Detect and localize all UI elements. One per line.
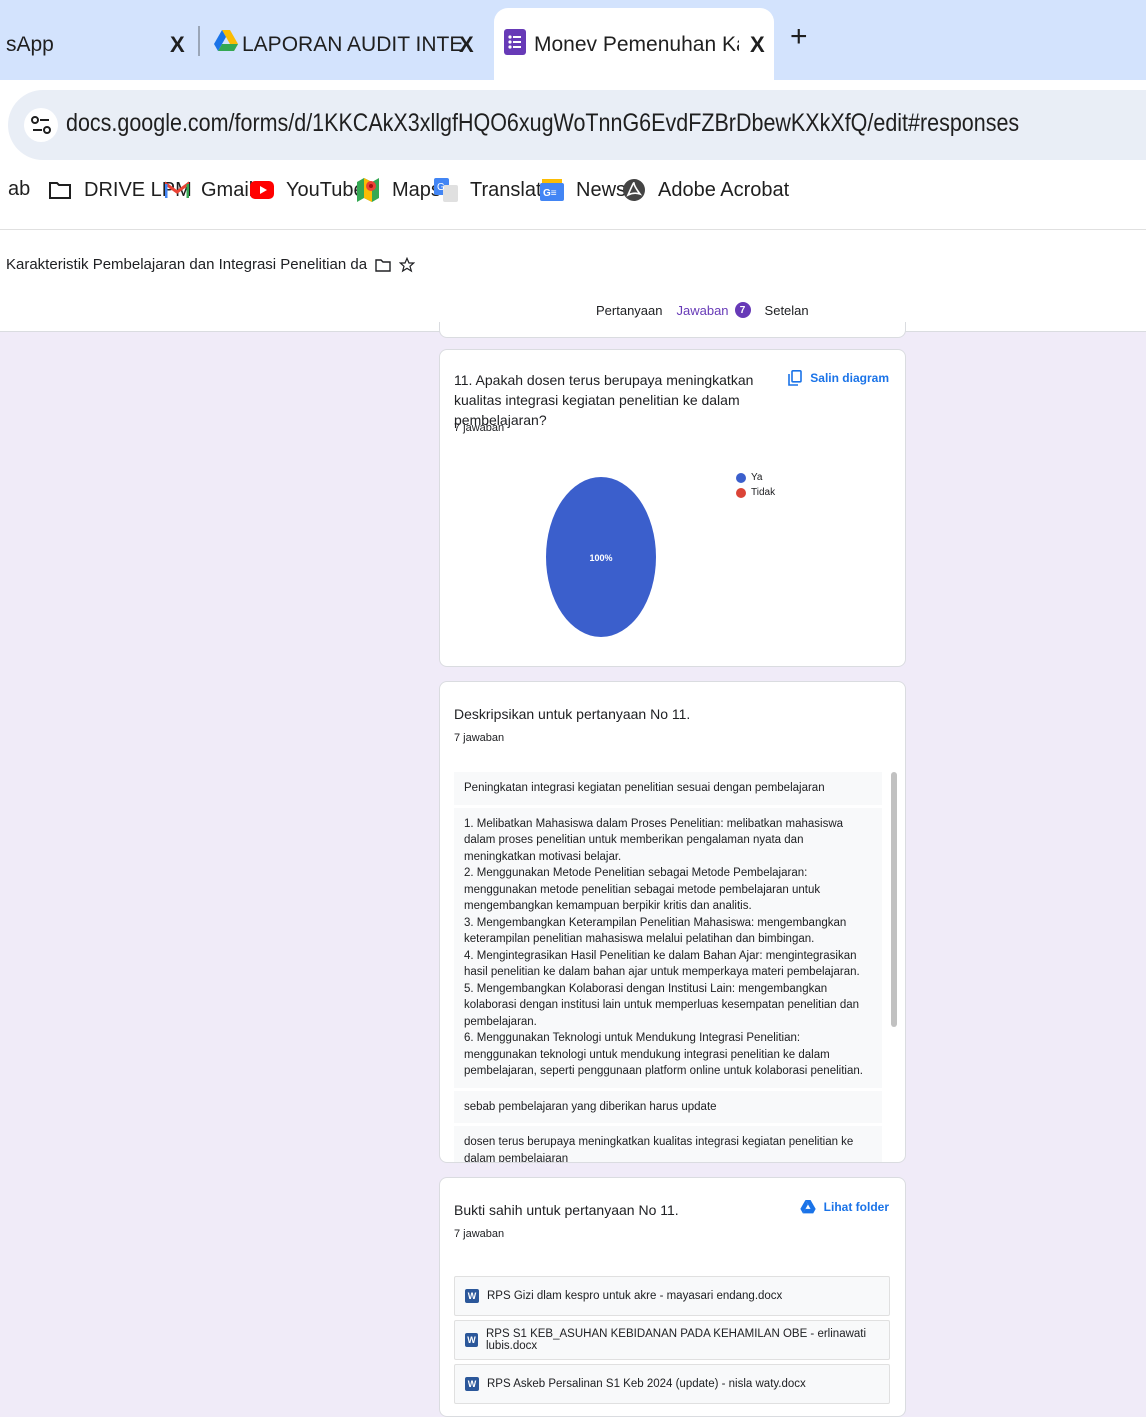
file-name: RPS S1 KEB_ASUHAN KEBIDANAN PADA KEHAMIL…	[485, 1328, 867, 1352]
pie-slice-label: 100%	[589, 553, 612, 563]
youtube-icon	[250, 178, 274, 202]
gmail-icon	[165, 178, 189, 202]
file-name: RPS Askeb Persalinan S1 Keb 2024 (update…	[487, 1378, 806, 1390]
browser-tab-0[interactable]: sApp X	[0, 8, 200, 80]
tab-close-icon[interactable]: X	[459, 32, 474, 58]
new-tab-button[interactable]: +	[790, 20, 808, 54]
bookmark-label: News	[576, 178, 627, 201]
word-doc-icon: W	[465, 1333, 478, 1347]
word-doc-icon: W	[465, 1289, 479, 1303]
folder-icon[interactable]	[375, 258, 391, 272]
tab-close-icon[interactable]: X	[170, 32, 185, 58]
question-summary-card: Bukti sahih untuk pertanyaan No 11. 7 ja…	[439, 1177, 906, 1417]
forms-header: Karakteristik Pembelajaran dan Integrasi…	[0, 230, 1146, 332]
response-count: 7 jawaban	[454, 1228, 505, 1240]
view-folder-button[interactable]: Lihat folder	[800, 1200, 889, 1214]
form-title-row: Karakteristik Pembelajaran dan Integrasi…	[6, 256, 416, 273]
url-text[interactable]: docs.google.com/forms/d/1KKCAkX3xllgfHQO…	[66, 109, 1019, 138]
bookmark-youtube[interactable]: YouTube	[250, 178, 365, 202]
response-count: 7 jawaban	[454, 422, 505, 434]
word-doc-icon: W	[465, 1377, 479, 1391]
question-summary-card: Deskripsikan untuk pertanyaan No 11. 7 j…	[439, 681, 906, 1163]
legend-label: Ya	[751, 472, 763, 483]
question-summary-card: 11. Apakah dosen terus berupaya meningka…	[439, 349, 906, 667]
browser-tab-strip: sApp X LAPORAN AUDIT INTERNAL RE X Monev…	[0, 0, 1146, 80]
tab-responses[interactable]: Jawaban 7	[676, 302, 753, 330]
file-item[interactable]: W RPS S1 KEB_ASUHAN KEBIDANAN PADA KEHAM…	[454, 1320, 890, 1360]
file-name: RPS Gizi dlam kespro untuk akre - mayasa…	[487, 1290, 783, 1302]
tab-title: Monev Pemenuhan Karakteristi	[534, 33, 739, 56]
response-item: dosen terus berupaya meningkatkan kualit…	[454, 1126, 882, 1162]
site-settings-icon[interactable]	[24, 108, 58, 142]
view-folder-label: Lihat folder	[823, 1200, 889, 1214]
copy-icon	[788, 370, 803, 386]
bookmark-gmail[interactable]: Gmail	[165, 178, 253, 202]
acrobat-icon	[622, 178, 646, 202]
tab-separator	[198, 26, 200, 56]
bookmark-label: Gmail	[201, 178, 254, 201]
form-tabs: Pertanyaan Jawaban 7 Setelan	[596, 302, 823, 330]
question-title: Bukti sahih untuk pertanyaan No 11.	[454, 1202, 679, 1218]
response-item: 1. Melibatkan Mahasiswa dalam Proses Pen…	[454, 807, 882, 1088]
tab-title: sApp	[6, 33, 54, 56]
copy-chart-button[interactable]: Salin diagram	[788, 370, 889, 386]
bookmark-label: ab	[8, 178, 31, 200]
file-item[interactable]: W RPS Gizi dlam kespro untuk akre - maya…	[454, 1276, 890, 1316]
tab-settings[interactable]: Setelan	[765, 303, 809, 318]
legend-item-ya[interactable]: Ya	[736, 470, 775, 485]
svg-text:G: G	[437, 182, 445, 193]
drive-icon	[800, 1200, 816, 1214]
bookmark-label: YouTube	[286, 178, 365, 201]
folder-icon	[48, 178, 72, 202]
response-list-scrollbar[interactable]	[891, 772, 897, 1027]
legend-dot	[736, 472, 746, 483]
response-count: 7 jawaban	[454, 732, 505, 744]
bookmark-adobe-acrobat[interactable]: Adobe Acrobat	[622, 178, 789, 202]
chart-legend: Ya Tidak	[736, 470, 775, 500]
translate-icon: G	[434, 178, 458, 202]
browser-toolbar: docs.google.com/forms/d/1KKCAkX3xllgfHQO…	[0, 80, 1146, 230]
previous-card-edge	[439, 322, 906, 338]
question-title: Deskripsikan untuk pertanyaan No 11.	[454, 706, 691, 722]
pie-chart: 100%	[546, 477, 656, 637]
bookmark-news[interactable]: G≡ News	[540, 178, 626, 202]
browser-tab-1[interactable]: LAPORAN AUDIT INTERNAL RE X	[204, 8, 489, 80]
legend-item-tidak[interactable]: Tidak	[736, 485, 775, 500]
response-item: sebab pembelajaran yang diberikan harus …	[454, 1090, 882, 1123]
drive-icon	[214, 30, 238, 58]
file-item[interactable]: W RPS Askeb Persalinan S1 Keb 2024 (upda…	[454, 1364, 890, 1404]
response-list: Peningkatan integrasi kegiatan penelitia…	[454, 772, 896, 1162]
bookmark-ab[interactable]: ab	[8, 178, 30, 201]
response-item: Peningkatan integrasi kegiatan penelitia…	[454, 772, 882, 805]
bookmark-label: Adobe Acrobat	[658, 178, 790, 201]
tab-questions[interactable]: Pertanyaan	[596, 303, 663, 318]
news-icon: G≡	[540, 178, 564, 202]
address-bar[interactable]: docs.google.com/forms/d/1KKCAkX3xllgfHQO…	[8, 90, 1146, 160]
legend-dot	[736, 487, 746, 498]
bookmark-translate[interactable]: G Translate	[434, 178, 553, 202]
browser-tab-2-active[interactable]: Monev Pemenuhan Karakteristi X	[494, 8, 774, 80]
tab-responses-label: Jawaban	[676, 302, 729, 318]
svg-text:G≡: G≡	[543, 188, 557, 199]
google-forms-icon	[504, 29, 526, 61]
form-title[interactable]: Karakteristik Pembelajaran dan Integrasi…	[6, 256, 367, 273]
legend-label: Tidak	[751, 487, 776, 498]
copy-chart-label: Salin diagram	[810, 371, 889, 385]
bookmarks-bar: ab DRIVE LPM Gmail YouTube Maps G Transl…	[0, 166, 1146, 218]
responses-count-badge: 7	[734, 302, 751, 318]
maps-icon	[356, 178, 380, 202]
star-icon[interactable]	[399, 256, 416, 273]
question-title: 11. Apakah dosen terus berupaya meningka…	[454, 372, 754, 428]
file-list: W RPS Gizi dlam kespro untuk akre - maya…	[454, 1276, 890, 1408]
tab-close-icon[interactable]: X	[750, 32, 765, 58]
tab-title: LAPORAN AUDIT INTERNAL RE	[242, 33, 462, 56]
bookmark-maps[interactable]: Maps	[356, 178, 441, 202]
